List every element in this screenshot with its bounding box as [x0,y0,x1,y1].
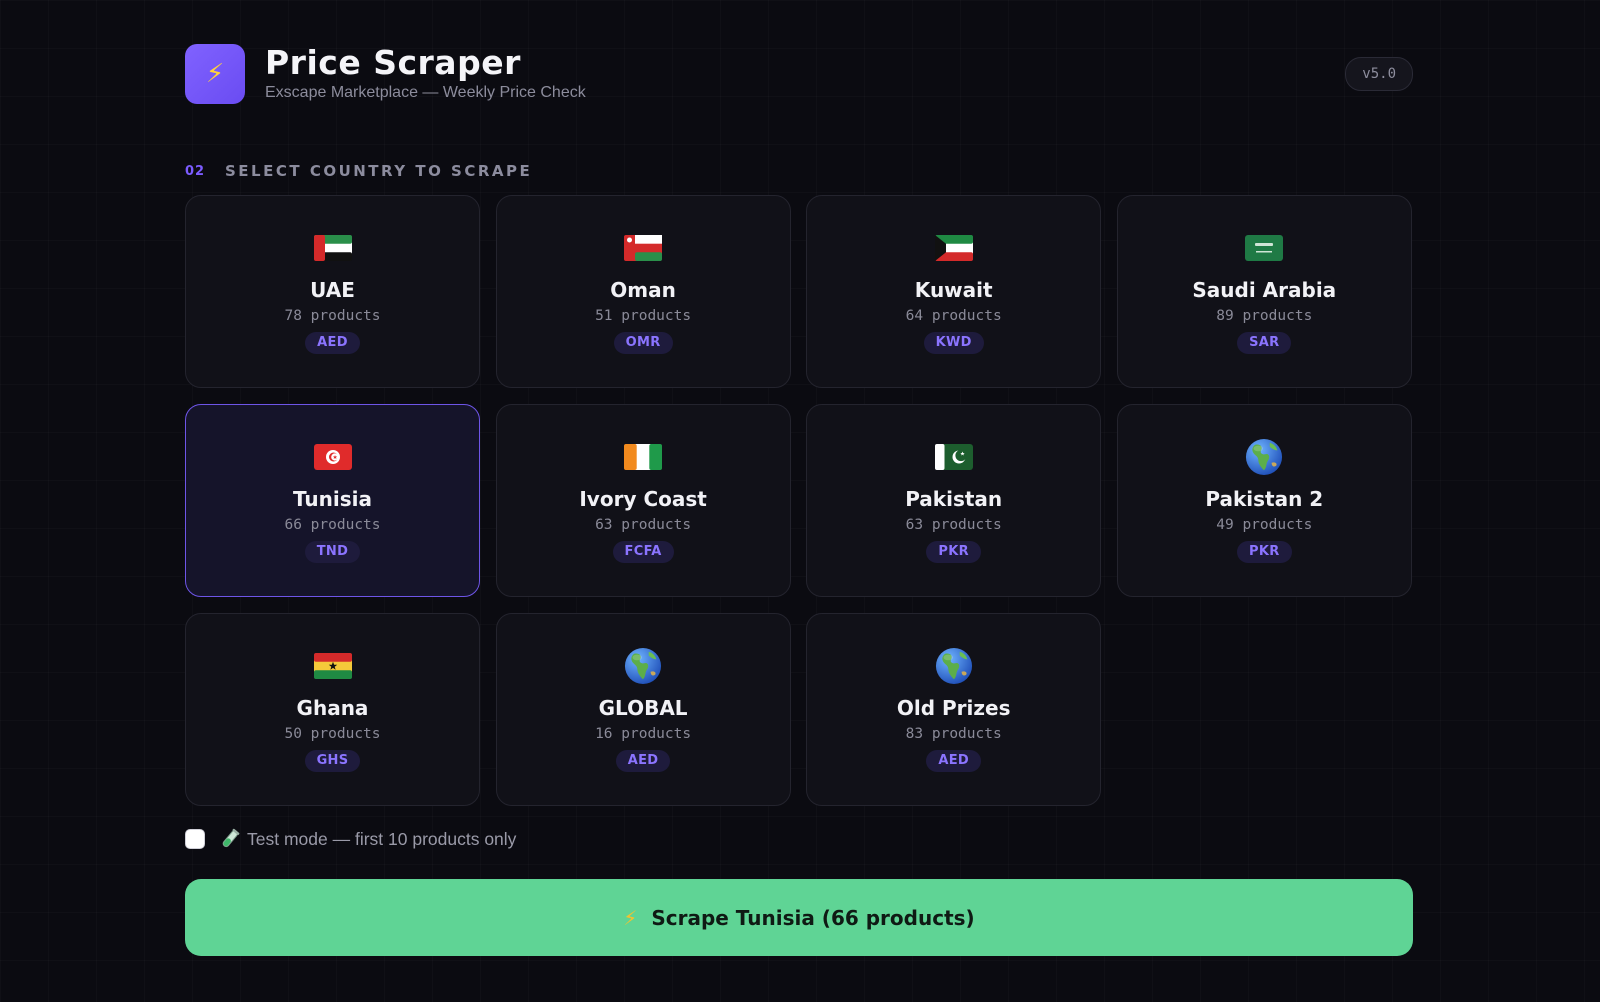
currency-badge: PKR [1237,541,1292,563]
version-badge: v5.0 [1345,57,1413,91]
currency-badge: KWD [923,332,984,354]
product-count: 51 products [595,308,692,324]
country-name: Oman [610,278,676,302]
page-title: Price Scraper [265,43,521,82]
lightning-bolt-icon: ⚡ [623,905,638,930]
country-name: Tunisia [292,487,373,511]
app-container: ⚡ Price Scraper Exscape Marketplace — We… [185,44,1413,956]
country-name: Pakistan [905,487,1003,511]
country-card-oman[interactable]: Oman 51 products OMR [495,195,791,388]
currency-badge: FCFA [612,541,674,563]
country-name: Kuwait [914,278,993,302]
product-count: 89 products [1216,308,1313,324]
country-card-uae[interactable]: UAE 78 products AED [185,195,480,388]
lightning-bolt-icon: ⚡ [205,59,225,89]
uae-flag-icon [313,228,352,268]
product-count: 16 products [595,726,692,742]
pakistan-flag-icon [934,437,973,477]
country-grid: UAE 78 products AED Oman 51 products OMR Kuwai… [185,195,1413,806]
oman-flag-icon [624,228,663,268]
country-name: Saudi Arabia [1192,278,1337,302]
country-card-ivory-coast[interactable]: Ivory Coast 63 products FCFA [495,404,791,597]
section-number: 02 [185,163,206,179]
product-count: 63 products [905,517,1002,533]
currency-badge: AED [926,750,981,772]
country-card-ghana[interactable]: Ghana 50 products GHS [185,613,480,806]
test-mode-row[interactable]: Test mode — first 10 products only [185,828,516,850]
app-logo: ⚡ [185,44,245,104]
country-name: Ghana [296,696,369,720]
country-name: UAE [310,278,355,302]
globe-icon [624,646,662,686]
globe-icon [1245,437,1283,477]
product-count: 66 products [284,517,381,533]
product-count: 50 products [284,726,381,742]
globe-icon [935,646,973,686]
product-count: 49 products [1216,517,1313,533]
ivory-coast-flag-icon [624,437,663,477]
country-name: Pakistan 2 [1205,487,1324,511]
scrape-button[interactable]: ⚡ Scrape Tunisia (66 products) [185,879,1413,956]
currency-badge: SAR [1237,332,1292,354]
country-card-global[interactable]: GLOBAL 16 products AED [495,613,791,806]
kuwait-flag-icon [934,228,973,268]
ghana-flag-icon [313,646,352,686]
currency-badge: OMR [613,332,673,354]
country-name: GLOBAL [598,696,688,720]
section-label: SELECT COUNTRY TO SCRAPE [225,162,533,180]
currency-badge: TND [304,541,361,563]
country-card-pakistan[interactable]: Pakistan 63 products PKR [806,404,1102,597]
header: ⚡ Price Scraper Exscape Marketplace — We… [185,44,1413,104]
test-mode-label: Test mode — first 10 products only [247,828,517,849]
country-name: Ivory Coast [579,487,707,511]
currency-badge: AED [615,750,671,772]
product-count: 83 products [905,726,1002,742]
country-card-old-prizes[interactable]: Old Prizes 83 products AED [806,613,1102,806]
product-count: 78 products [284,308,381,324]
product-count: 63 products [595,517,692,533]
country-card-kuwait[interactable]: Kuwait 64 products KWD [806,195,1102,388]
country-name: Old Prizes [896,696,1011,720]
scrape-button-label: Scrape Tunisia (66 products) [651,905,975,930]
country-card-tunisia[interactable]: Tunisia 66 products TND [185,404,480,597]
country-card-saudi-arabia[interactable]: Saudi Arabia 89 products SAR [1116,195,1412,388]
currency-badge: PKR [926,541,981,563]
test-mode-checkbox[interactable] [185,829,205,849]
saudi-arabia-flag-icon [1245,228,1284,268]
currency-badge: AED [305,332,360,354]
product-count: 64 products [905,308,1002,324]
currency-badge: GHS [304,750,361,772]
test-tube-icon [219,828,241,850]
page-subtitle: Exscape Marketplace — Weekly Price Check [265,84,586,101]
tunisia-flag-icon [313,437,352,477]
country-card-pakistan-2[interactable]: Pakistan 2 49 products PKR [1116,404,1412,597]
section-heading: 02 SELECT COUNTRY TO SCRAPE [185,162,532,180]
